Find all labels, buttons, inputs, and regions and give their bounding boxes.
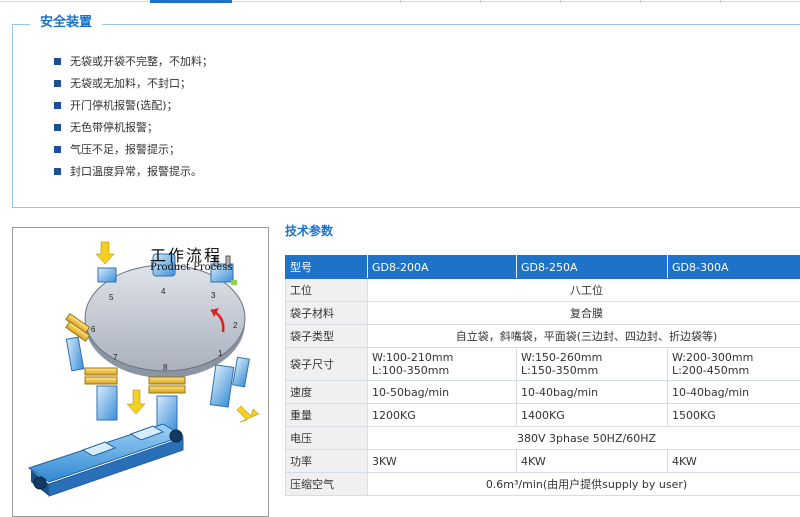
row-label: 重量 <box>286 404 368 427</box>
list-item: 气压不足，报警提示； <box>54 141 213 163</box>
list-item: 封口温度异常，报警提示。 <box>54 163 213 185</box>
station-label: 5 <box>109 293 114 302</box>
square-bullet-icon <box>54 124 61 131</box>
row-label: 功率 <box>286 450 368 473</box>
header-cell: 型号 <box>286 256 368 279</box>
safety-devices-title: 安全装置 <box>30 13 102 33</box>
merged-cell: 八工位 <box>368 279 800 302</box>
active-tab-indicator[interactable] <box>150 0 232 3</box>
merged-cell: 复合膜 <box>368 302 800 325</box>
tech-specs-table: 型号 GD8-200A GD8-250A GD8-300A 工位 八工位 袋子材… <box>285 255 800 496</box>
tech-specs-title: 技术参数 <box>285 222 333 239</box>
table-cell: 10-50bag/min <box>368 381 517 404</box>
square-bullet-icon <box>54 102 61 109</box>
square-bullet-icon <box>54 146 61 153</box>
table-row: 压缩空气 0.6m³/min(由用户提供supply by user) <box>286 473 800 496</box>
table-cell: W:150-260mmL:150-350mm <box>517 348 668 381</box>
row-label: 电压 <box>286 427 368 450</box>
list-item: 开门停机报警(选配)； <box>54 97 213 119</box>
station-label: 4 <box>161 287 166 296</box>
list-item: 无袋或开袋不完整，不加料； <box>54 53 213 75</box>
arrow-upleft-icon <box>237 406 259 422</box>
table-cell: 4KW <box>668 450 800 473</box>
station-label: 3 <box>211 291 216 300</box>
row-label: 袋子类型 <box>286 325 368 348</box>
row-label: 工位 <box>286 279 368 302</box>
merged-cell: 自立袋，斜嘴袋，平面袋(三边封、四边封、折边袋等) <box>368 325 800 348</box>
square-bullet-icon <box>54 80 61 87</box>
table-row: 重量 1200KG 1400KG 1500KG <box>286 404 800 427</box>
table-cell: 10-40bag/min <box>517 381 668 404</box>
station-label: 7 <box>113 353 118 362</box>
process-subtitle: Product Process <box>150 262 232 273</box>
table-row: 袋子尺寸 W:100-210mmL:100-350mm W:150-260mmL… <box>286 348 800 381</box>
merged-cell: 0.6m³/min(由用户提供supply by user) <box>368 473 800 496</box>
header-cell: GD8-200A <box>368 256 517 279</box>
row-label: 速度 <box>286 381 368 404</box>
row-label: 袋子材料 <box>286 302 368 325</box>
arrow-down-icon <box>127 390 145 414</box>
station-label: 1 <box>218 349 223 358</box>
table-row: 电压 380V 3phase 50HZ/60HZ <box>286 427 800 450</box>
table-cell: W:100-210mmL:100-350mm <box>368 348 517 381</box>
table-row: 袋子类型 自立袋，斜嘴袋，平面袋(三边封、四边封、折边袋等) <box>286 325 800 348</box>
table-cell: W:200-300mmL:200-450mm <box>668 348 800 381</box>
table-row: 袋子材料 复合膜 <box>286 302 800 325</box>
table-cell: 1500KG <box>668 404 800 427</box>
station-label: 6 <box>91 325 96 334</box>
table-cell: 4KW <box>517 450 668 473</box>
square-bullet-icon <box>54 58 61 65</box>
list-item: 无色带停机报警； <box>54 119 213 141</box>
table-row: 速度 10-50bag/min 10-40bag/min 10-40bag/mi… <box>286 381 800 404</box>
arrow-down-icon <box>96 242 114 264</box>
merged-cell: 380V 3phase 50HZ/60HZ <box>368 427 800 450</box>
table-header-row: 型号 GD8-200A GD8-250A GD8-300A <box>286 256 800 279</box>
table-cell: 3KW <box>368 450 517 473</box>
table-cell: 1400KG <box>517 404 668 427</box>
table-row: 功率 3KW 4KW 4KW <box>286 450 800 473</box>
table-row: 工位 八工位 <box>286 279 800 302</box>
station-label: 2 <box>233 321 238 330</box>
station-label: 8 <box>163 363 168 372</box>
table-cell: 10-40bag/min <box>668 381 800 404</box>
top-tab-strip <box>0 0 800 3</box>
row-label: 袋子尺寸 <box>286 348 368 381</box>
list-item: 无袋或无加料，不封口； <box>54 75 213 97</box>
row-label: 压缩空气 <box>286 473 368 496</box>
square-bullet-icon <box>54 168 61 175</box>
table-cell: 1200KG <box>368 404 517 427</box>
header-cell: GD8-250A <box>517 256 668 279</box>
safety-list: 无袋或开袋不完整，不加料； 无袋或无加料，不封口； 开门停机报警(选配)； 无色… <box>54 53 213 185</box>
header-cell: GD8-300A <box>668 256 800 279</box>
